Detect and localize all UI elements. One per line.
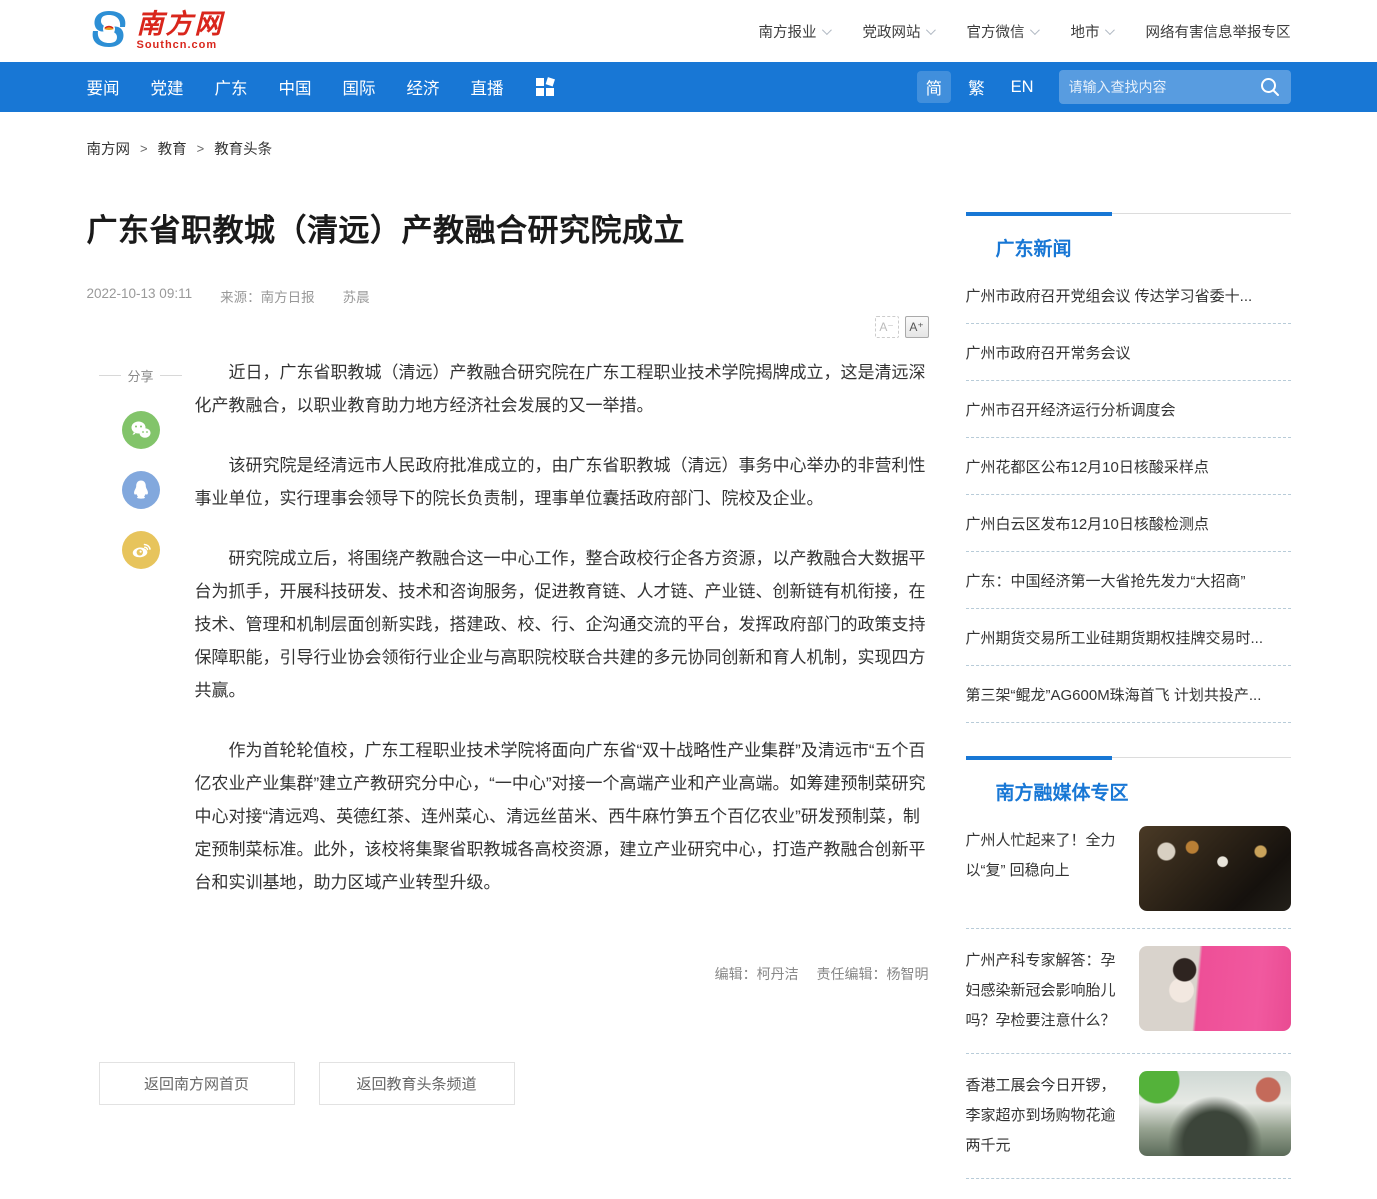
chevron-down-icon xyxy=(1104,25,1114,35)
top-links: 南方报业 党政网站 官方微信 地市 网络有害信息举报专区 xyxy=(759,21,1291,42)
nav-item-党建[interactable]: 党建 xyxy=(151,75,184,99)
article-paragraph-2: 该研究院是经清远市人民政府批准成立的，由广东省职教城（清远）事务中心举办的非营利… xyxy=(195,449,929,515)
lang-traditional-button[interactable]: 繁 xyxy=(959,71,994,103)
top-link-地市[interactable]: 地市 xyxy=(1071,21,1112,42)
top-link-label: 官方微信 xyxy=(967,21,1025,42)
weibo-share-icon[interactable] xyxy=(122,531,160,569)
media-list-item[interactable]: 香港工展会今日开锣，李家超亦到场购物花逾两千元 xyxy=(966,1054,1291,1179)
back-button-返回南方网首页[interactable]: 返回南方网首页 xyxy=(99,1062,295,1105)
logo-en-text: Southcn.com xyxy=(137,40,224,51)
news-list-item[interactable]: 第三架“鲲龙”AG600M珠海首飞 计划共投产... xyxy=(966,666,1291,723)
logo-swirl-icon xyxy=(87,7,131,56)
chevron-down-icon xyxy=(925,25,935,35)
chevron-down-icon xyxy=(1029,25,1039,35)
breadcrumb-separator: > xyxy=(197,141,205,156)
font-smaller-button[interactable]: A⁻ xyxy=(875,316,899,338)
lang-simplified-button[interactable]: 简 xyxy=(917,71,952,103)
editor-line: 编辑：柯丹洁 责任编辑：杨智明 xyxy=(87,964,929,984)
font-size-controls: A⁻ A⁺ xyxy=(87,316,929,338)
top-link-label: 网络有害信息举报专区 xyxy=(1146,21,1291,42)
back-button-row: 返回南方网首页返回教育头条频道 xyxy=(87,1062,929,1105)
article-column: 广东省职教城（清远）产教融合研究院成立 2022-10-13 09:11 来源：… xyxy=(87,173,929,1105)
nav-item-经济[interactable]: 经济 xyxy=(407,75,440,99)
article-paragraph-3: 研究院成立后，将围绕产教融合这一中心工作，整合政校行企各方资源，以产教融合大数据… xyxy=(195,542,929,707)
news-list: 广州市政府召开党组会议 传达学习省委十...广州市政府召开常务会议广州市召开经济… xyxy=(966,267,1291,723)
article-paragraph-1: 近日，广东省职教城（清远）产教融合研究院在广东工程职业技术学院揭牌成立，这是清远… xyxy=(195,356,929,422)
section-title: 广东新闻 xyxy=(966,234,1291,261)
sidebar-section-media: 南方融媒体专区 广州人忙起来了！全力以“复” 回稳向上广州产科专家解答：孕妇感染… xyxy=(966,757,1291,1179)
top-header-bar: 南方网 Southcn.com 南方报业 党政网站 官方微信 地市 网络有害信息举报专区 xyxy=(0,0,1377,62)
main-nav: 要闻 党建 广东 中国 国际 经济 直播 xyxy=(87,75,555,99)
back-button-返回教育头条频道[interactable]: 返回教育头条频道 xyxy=(319,1062,515,1105)
top-link-南方报业[interactable]: 南方报业 xyxy=(759,21,829,42)
media-list: 广州人忙起来了！全力以“复” 回稳向上广州产科专家解答：孕妇感染新冠会影响胎儿吗… xyxy=(966,809,1291,1179)
breadcrumb-item-南方网[interactable]: 南方网 xyxy=(87,138,131,159)
media-item-title: 广州产科专家解答：孕妇感染新冠会影响胎儿吗？孕检要注意什么？ xyxy=(966,946,1127,1036)
lang-english-button[interactable]: EN xyxy=(1002,74,1043,101)
article-author: 苏晨 xyxy=(343,286,370,306)
section-title: 南方融媒体专区 xyxy=(966,778,1291,805)
share-rail: 分享 xyxy=(87,356,195,926)
news-list-item[interactable]: 广州市召开经济运行分析调度会 xyxy=(966,381,1291,438)
main-nav-bar: 要闻 党建 广东 中国 国际 经济 直播 简 繁 EN xyxy=(0,62,1377,112)
nav-item-直播[interactable]: 直播 xyxy=(471,75,504,99)
media-item-title: 香港工展会今日开锣，李家超亦到场购物花逾两千元 xyxy=(966,1071,1127,1161)
wechat-share-icon[interactable] xyxy=(122,411,160,449)
news-list-item[interactable]: 广州市政府召开党组会议 传达学习省委十... xyxy=(966,267,1291,324)
breadcrumb-item-教育头条[interactable]: 教育头条 xyxy=(214,138,272,159)
search-icon[interactable] xyxy=(1259,76,1281,98)
top-link-网络有害信息举报专区[interactable]: 网络有害信息举报专区 xyxy=(1146,21,1291,42)
breadcrumb-item-教育[interactable]: 教育 xyxy=(158,138,187,159)
site-logo[interactable]: 南方网 Southcn.com xyxy=(87,7,224,56)
section-header: 广东新闻 xyxy=(966,213,1291,261)
top-link-label: 党政网站 xyxy=(863,21,921,42)
article-source: 来源：南方日报 xyxy=(220,286,315,306)
search-input[interactable] xyxy=(1069,79,1259,95)
chevron-down-icon xyxy=(821,25,831,35)
sidebar: 广东新闻 广州市政府召开党组会议 传达学习省委十...广州市政府召开常务会议广州… xyxy=(966,173,1291,1179)
article-body: 近日，广东省职教城（清远）产教融合研究院在广东工程职业技术学院揭牌成立，这是清远… xyxy=(195,356,929,926)
logo-cn-text: 南方网 xyxy=(137,11,224,38)
font-larger-button[interactable]: A⁺ xyxy=(905,316,929,338)
news-list-item[interactable]: 广州白云区发布12月10日核酸检测点 xyxy=(966,495,1291,552)
top-link-党政网站[interactable]: 党政网站 xyxy=(863,21,933,42)
page-title: 广东省职教城（清远）产教融合研究院成立 xyxy=(87,205,929,250)
top-link-label: 地市 xyxy=(1071,21,1100,42)
breadcrumb: 南方网 > 教育 > 教育头条 xyxy=(87,138,1291,159)
sidebar-section-gd-news: 广东新闻 广州市政府召开党组会议 传达学习省委十...广州市政府召开常务会议广州… xyxy=(966,213,1291,723)
news-list-item[interactable]: 广州市政府召开常务会议 xyxy=(966,324,1291,381)
section-header: 南方融媒体专区 xyxy=(966,757,1291,805)
nav-item-中国[interactable]: 中国 xyxy=(279,75,312,99)
nav-item-国际[interactable]: 国际 xyxy=(343,75,376,99)
top-link-官方微信[interactable]: 官方微信 xyxy=(967,21,1037,42)
media-item-title: 广州人忙起来了！全力以“复” 回稳向上 xyxy=(966,826,1127,886)
article-thumbnail[interactable] xyxy=(1139,826,1291,911)
nav-right-tools: 简 繁 EN xyxy=(917,70,1291,104)
qq-share-icon[interactable] xyxy=(122,471,160,509)
article-thumbnail[interactable] xyxy=(1139,1071,1291,1156)
media-list-item[interactable]: 广州产科专家解答：孕妇感染新冠会影响胎儿吗？孕检要注意什么？ xyxy=(966,929,1291,1054)
search-box xyxy=(1059,70,1291,104)
article-meta: 2022-10-13 09:11 来源：南方日报 苏晨 xyxy=(87,286,929,306)
media-list-item[interactable]: 广州人忙起来了！全力以“复” 回稳向上 xyxy=(966,809,1291,929)
breadcrumb-separator: > xyxy=(140,141,148,156)
article-thumbnail[interactable] xyxy=(1139,946,1291,1031)
chief-editor-name: 责任编辑：杨智明 xyxy=(817,966,929,982)
news-list-item[interactable]: 广州花都区公布12月10日核酸采样点 xyxy=(966,438,1291,495)
top-link-label: 南方报业 xyxy=(759,21,817,42)
editor-name: 编辑：柯丹洁 xyxy=(715,966,799,982)
article-paragraph-4: 作为首轮轮值校，广东工程职业技术学院将面向广东省“双十战略性产业集群”及清远市“… xyxy=(195,734,929,899)
news-list-item[interactable]: 广州期货交易所工业硅期货期权挂牌交易时... xyxy=(966,609,1291,666)
news-list-item[interactable]: 广东：中国经济第一大省抢先发力“大招商” xyxy=(966,552,1291,609)
share-label: 分享 xyxy=(87,366,195,385)
nav-item-广东[interactable]: 广东 xyxy=(215,75,248,99)
channels-grid-icon[interactable] xyxy=(535,77,555,97)
nav-item-要闻[interactable]: 要闻 xyxy=(87,75,120,99)
publish-date: 2022-10-13 09:11 xyxy=(87,286,193,306)
